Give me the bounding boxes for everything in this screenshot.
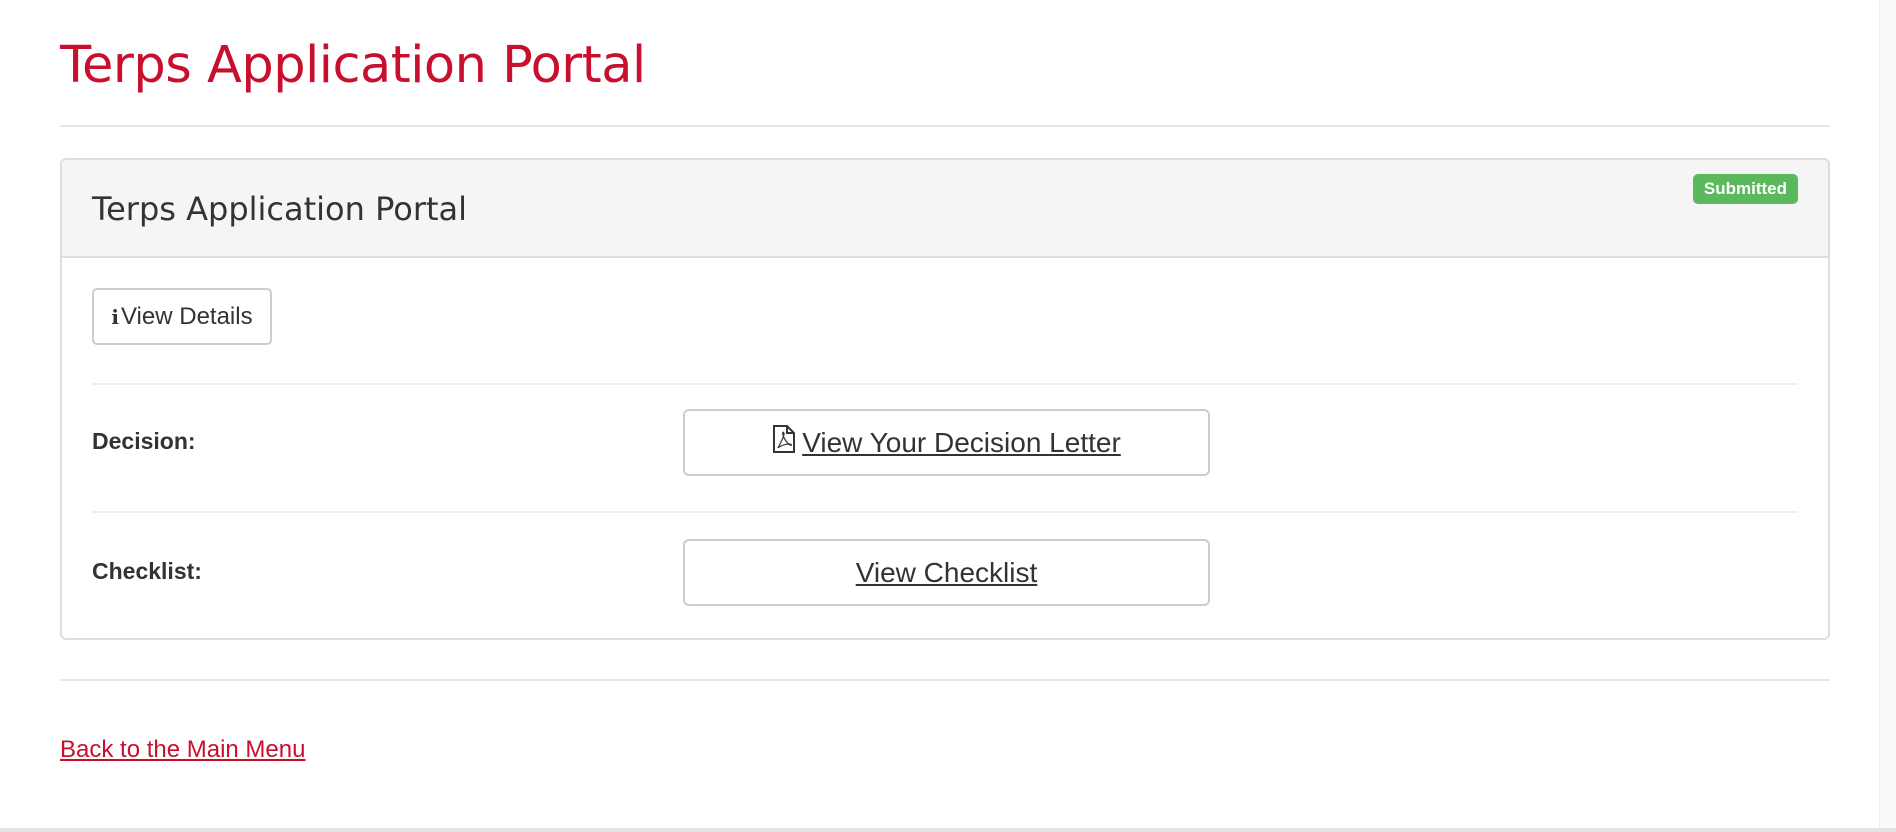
application-panel: Terps Application Portal Submitted i View…: [60, 158, 1830, 640]
panel-heading: Terps Application Portal Submitted: [62, 160, 1828, 258]
view-details-button[interactable]: i View Details: [92, 288, 272, 345]
decision-letter-label: View Your Decision Letter: [802, 426, 1121, 458]
divider: [60, 125, 1830, 127]
view-details-label: View Details: [120, 302, 253, 330]
row-divider: [92, 383, 1798, 385]
divider: [60, 679, 1830, 681]
checklist-label: Checklist:: [92, 558, 202, 584]
file-pdf-icon: [772, 425, 796, 460]
view-decision-letter-button[interactable]: View Your Decision Letter: [683, 409, 1210, 476]
back-to-main-menu-link[interactable]: Back to the Main Menu: [60, 736, 305, 764]
info-icon: i: [111, 304, 119, 329]
checklist-button-label: View Checklist: [855, 556, 1038, 588]
decision-label: Decision:: [92, 428, 196, 454]
window-edge: [1879, 0, 1896, 832]
view-checklist-button[interactable]: View Checklist: [683, 539, 1210, 606]
row-divider: [92, 511, 1798, 513]
page-title: Terps Application Portal: [60, 36, 646, 95]
status-badge: Submitted: [1692, 174, 1798, 204]
window-edge-bottom: [0, 828, 1896, 832]
panel-title: Terps Application Portal: [92, 190, 468, 228]
